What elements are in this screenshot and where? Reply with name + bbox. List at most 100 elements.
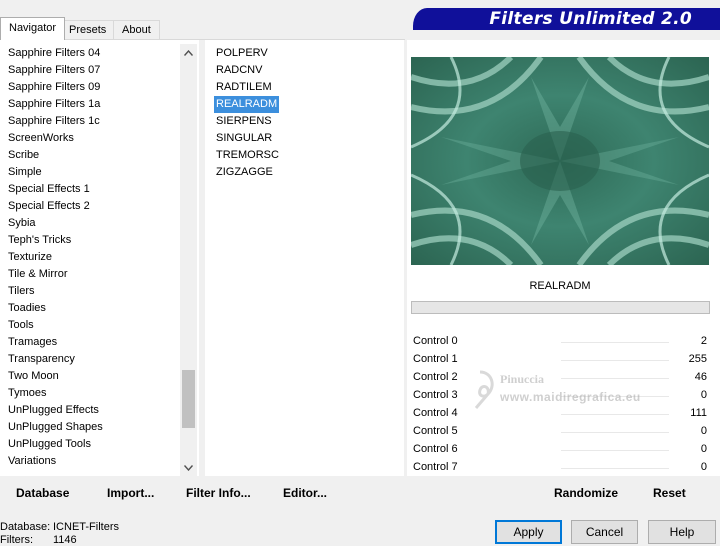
category-item[interactable]: Scribe bbox=[0, 147, 103, 164]
filter-item-selected[interactable]: REALRADM bbox=[214, 96, 281, 113]
category-item[interactable]: Sapphire Filters 1a bbox=[0, 96, 103, 113]
filter-item[interactable]: POLPERV bbox=[214, 45, 281, 62]
control-slider-row[interactable]: Control 5 0 bbox=[411, 423, 709, 441]
category-item[interactable]: Variations bbox=[0, 453, 103, 470]
chevron-up-icon[interactable] bbox=[180, 44, 197, 61]
filters-count-label: Filters: bbox=[0, 534, 33, 546]
category-item[interactable]: Toadies bbox=[0, 300, 103, 317]
category-item[interactable]: UnPlugged Shapes bbox=[0, 419, 103, 436]
filter-item-label: ZIGZAGGE bbox=[216, 166, 273, 178]
control-label: Control 7 bbox=[413, 461, 458, 473]
control-track[interactable] bbox=[561, 450, 669, 451]
filter-item[interactable]: SINGULAR bbox=[214, 130, 281, 147]
filter-info-button[interactable]: Filter Info... bbox=[186, 486, 251, 500]
filter-info-bar bbox=[411, 301, 710, 314]
tab-presets[interactable]: Presets bbox=[60, 20, 116, 39]
category-item[interactable]: Sapphire Filters 04 bbox=[0, 45, 103, 62]
filter-list[interactable]: POLPERV RADCNV RADTILEM REALRADM SIERPENS SIN… bbox=[205, 40, 404, 476]
cancel-button[interactable]: Cancel bbox=[571, 520, 638, 544]
control-value: 111 bbox=[690, 407, 707, 419]
filter-item-label: RADTILEM bbox=[216, 81, 272, 93]
watermark-site: www.maidiregrafica.eu bbox=[500, 390, 641, 404]
reset-button[interactable]: Reset bbox=[653, 486, 686, 500]
preview-image bbox=[411, 57, 709, 265]
category-item[interactable]: Two Moon bbox=[0, 368, 103, 385]
chevron-down-icon[interactable] bbox=[180, 459, 197, 476]
title-banner: Filters Unlimited 2.0 bbox=[413, 8, 720, 30]
filter-item[interactable]: ZIGZAGGE bbox=[214, 164, 281, 181]
control-value: 2 bbox=[700, 335, 707, 347]
category-scrollbar[interactable] bbox=[180, 44, 197, 476]
filters-count-value: 1146 bbox=[53, 534, 77, 546]
filter-item[interactable]: RADTILEM bbox=[214, 79, 281, 96]
control-value: 0 bbox=[700, 443, 707, 455]
category-item[interactable]: UnPlugged Effects bbox=[0, 402, 103, 419]
category-item[interactable]: Special Effects 2 bbox=[0, 198, 103, 215]
category-list[interactable]: Sapphire Filters 04 Sapphire Filters 07 Sa… bbox=[0, 40, 199, 476]
category-item[interactable]: Sybia bbox=[0, 215, 103, 232]
import-button[interactable]: Import... bbox=[107, 486, 154, 500]
tab-navigator[interactable]: Navigator bbox=[0, 17, 66, 40]
tab-presets-label: Presets bbox=[69, 24, 107, 36]
database-status-label: Database: bbox=[0, 521, 51, 533]
scrollbar-thumb[interactable] bbox=[182, 370, 195, 428]
category-item[interactable]: Special Effects 1 bbox=[0, 181, 103, 198]
control-track[interactable] bbox=[561, 432, 669, 433]
category-item[interactable]: Sapphire Filters 1c bbox=[0, 113, 103, 130]
control-value: 255 bbox=[688, 353, 707, 365]
apply-button[interactable]: Apply bbox=[495, 520, 562, 544]
filter-item-label: RADCNV bbox=[216, 64, 263, 76]
control-track[interactable] bbox=[561, 360, 669, 361]
filter-items: POLPERV RADCNV RADTILEM REALRADM SIERPENS SIN… bbox=[214, 45, 281, 181]
category-item[interactable]: Texturize bbox=[0, 249, 103, 266]
control-track[interactable] bbox=[561, 342, 669, 343]
editor-button[interactable]: Editor... bbox=[283, 486, 327, 500]
control-value: 0 bbox=[700, 425, 707, 437]
category-item[interactable]: Teph's Tricks bbox=[0, 232, 103, 249]
control-slider-row[interactable]: Control 1 255 bbox=[411, 351, 709, 369]
category-item[interactable]: Tile & Mirror bbox=[0, 266, 103, 283]
category-item[interactable]: Sapphire Filters 07 bbox=[0, 62, 103, 79]
filter-item-label: TREMORSC bbox=[216, 149, 279, 161]
category-item[interactable]: UnPlugged Tools bbox=[0, 436, 103, 453]
control-slider-row[interactable]: Control 0 2 bbox=[411, 333, 709, 351]
category-item[interactable]: Simple bbox=[0, 164, 103, 181]
control-slider-row[interactable]: Control 6 0 bbox=[411, 441, 709, 459]
control-label: Control 4 bbox=[413, 407, 458, 419]
filter-item[interactable]: TREMORSC bbox=[214, 147, 281, 164]
tab-navigator-label: Navigator bbox=[9, 22, 57, 34]
watermark: Pinuccia www.maidiregrafica.eu bbox=[462, 368, 662, 418]
filter-item[interactable]: RADCNV bbox=[214, 62, 281, 79]
category-items: Sapphire Filters 04 Sapphire Filters 07 Sa… bbox=[0, 45, 103, 470]
help-button[interactable]: Help bbox=[648, 520, 716, 544]
database-status-value: ICNET-Filters bbox=[53, 521, 119, 533]
category-item[interactable]: Sapphire Filters 09 bbox=[0, 79, 103, 96]
tab-about-label: About bbox=[122, 24, 151, 36]
database-button[interactable]: Database bbox=[16, 486, 69, 500]
randomize-button[interactable]: Randomize bbox=[554, 486, 618, 500]
category-item[interactable]: Tilers bbox=[0, 283, 103, 300]
control-slider-row[interactable]: Control 7 0 bbox=[411, 459, 709, 477]
category-item[interactable]: Transparency bbox=[0, 351, 103, 368]
control-value: 46 bbox=[694, 371, 707, 383]
database-status: Database: bbox=[0, 521, 50, 533]
filter-item-label: SINGULAR bbox=[216, 132, 273, 144]
control-label: Control 3 bbox=[413, 389, 458, 401]
control-label: Control 2 bbox=[413, 371, 458, 383]
tab-about[interactable]: About bbox=[113, 20, 160, 39]
filter-item-label: REALRADM bbox=[214, 96, 280, 113]
filter-item-label: SIERPENS bbox=[216, 115, 272, 127]
category-item[interactable]: Tools bbox=[0, 317, 103, 334]
control-label: Control 1 bbox=[413, 353, 458, 365]
banner-title: Filters Unlimited 2.0 bbox=[489, 9, 692, 29]
watermark-name: Pinuccia bbox=[500, 372, 544, 386]
control-value: 0 bbox=[700, 389, 707, 401]
category-item[interactable]: Tramages bbox=[0, 334, 103, 351]
category-item[interactable]: ScreenWorks bbox=[0, 130, 103, 147]
category-item[interactable]: Tymoes bbox=[0, 385, 103, 402]
control-label: Control 5 bbox=[413, 425, 458, 437]
control-track[interactable] bbox=[561, 468, 669, 469]
selected-filter-name: REALRADM bbox=[529, 280, 591, 292]
filter-item-label: POLPERV bbox=[216, 47, 268, 59]
filter-item[interactable]: SIERPENS bbox=[214, 113, 281, 130]
